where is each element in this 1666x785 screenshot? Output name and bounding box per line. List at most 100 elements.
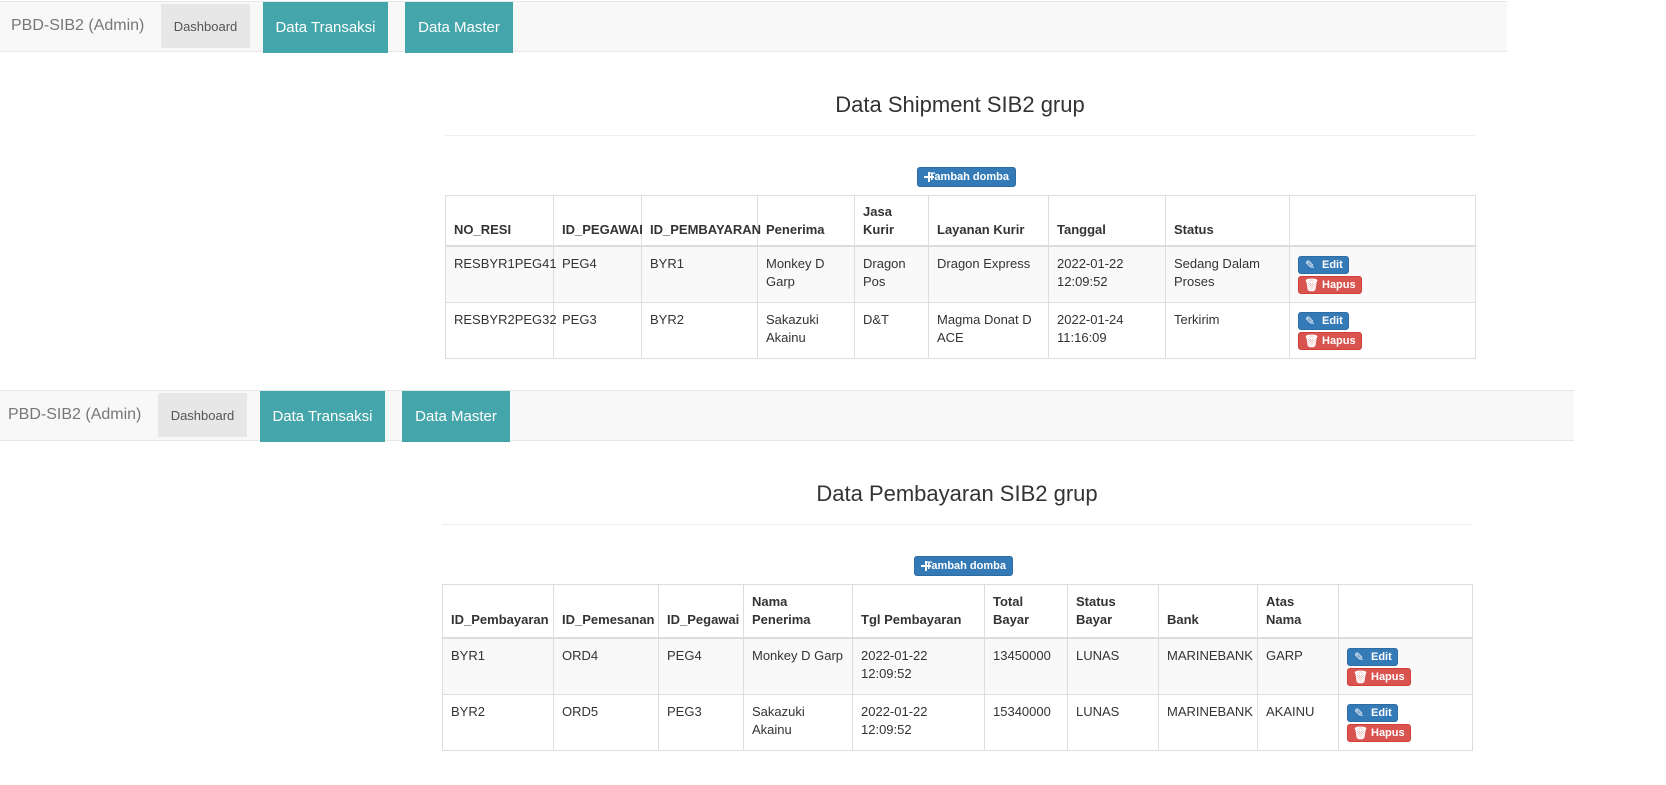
cell-actions: ✎ Edit 🗑 Hapus [1289,302,1476,359]
trash-icon: 🗑 [1353,726,1369,740]
column-header[interactable]: NO_RESI [445,195,554,247]
divider [442,524,1472,525]
column-header[interactable]: Penerima [757,195,855,247]
delete-button[interactable]: 🗑 Hapus [1347,668,1411,686]
cell-atas-nama: AKAINU [1257,694,1339,751]
cell-layanan-kurir: Dragon Express [928,245,1049,303]
top-navbar: PBD-SIB2 (Admin) Dashboard Data Transaks… [0,390,1574,442]
column-header[interactable]: Total Bayar [984,584,1068,639]
add-pembayaran-button[interactable]: Tambah domba [914,556,1013,576]
cell-atas-nama: GARP [1257,637,1339,695]
column-header[interactable]: Status Bayar [1067,584,1159,639]
nav-dashboard[interactable]: Dashboard [161,4,250,48]
column-header[interactable]: Tgl Pembayaran [852,584,985,639]
trash-icon: 🗑 [1304,278,1320,292]
cell-bank: MARINEBANK [1158,694,1258,751]
cell-status-bayar: LUNAS [1067,694,1159,751]
cell-penerima: Monkey D Garp [757,245,855,303]
column-header[interactable]: ID_Pemesanan [553,584,659,639]
column-header[interactable]: Jasa Kurir [854,195,929,247]
column-header[interactable]: Status [1165,195,1290,247]
nav-data-transaksi[interactable]: Data Transaksi [260,391,385,442]
cell-tgl-pembayaran: 2022-01-22 12:09:52 [852,694,985,751]
cell-id-pembayaran: BYR1 [641,245,758,303]
column-header[interactable]: Tanggal [1048,195,1166,247]
cell-actions: ✎ Edit 🗑 Hapus [1289,245,1476,303]
delete-label: Hapus [1371,727,1405,739]
cell-penerima: Sakazuki Akainu [757,302,855,359]
trash-icon: 🗑 [1353,670,1369,684]
column-header[interactable]: Bank [1158,584,1258,639]
shipment-table: NO_RESI ID_PEGAWAI ID_PEMBAYARAN Penerim… [445,195,1476,359]
divider [445,135,1475,136]
cell-bank: MARINEBANK [1158,637,1258,695]
delete-label: Hapus [1322,279,1356,291]
cell-id-pegawai: PEG4 [553,245,642,303]
edit-button[interactable]: ✎ Edit [1347,704,1398,722]
cell-status: Sedang Dalam Proses [1165,245,1290,303]
cell-layanan-kurir: Magma Donat D ACE [928,302,1049,359]
cell-id-pembayaran: BYR2 [442,694,554,751]
pencil-icon: ✎ [1304,314,1316,328]
column-header[interactable]: ID_Pembayaran [442,584,554,639]
table-header-row: NO_RESI ID_PEGAWAI ID_PEMBAYARAN Penerim… [445,195,1476,247]
edit-button[interactable]: ✎ Edit [1298,312,1349,330]
table-header-row: ID_Pembayaran ID_Pemesanan ID_Pegawai Na… [442,584,1473,639]
delete-label: Hapus [1322,335,1356,347]
cell-total-bayar: 15340000 [984,694,1068,751]
edit-label: Edit [1322,315,1343,327]
column-header-actions [1338,584,1473,639]
delete-button[interactable]: 🗑 Hapus [1298,276,1362,294]
navbar-brand[interactable]: PBD-SIB2 (Admin) [11,17,144,35]
column-header[interactable]: Nama Penerima [743,584,853,639]
cell-tgl-pembayaran: 2022-01-22 12:09:52 [852,637,985,695]
column-header[interactable]: Layanan Kurir [928,195,1049,247]
edit-label: Edit [1322,259,1343,271]
add-shipment-button[interactable]: Tambah domba [917,167,1016,187]
pembayaran-page: PBD-SIB2 (Admin) Dashboard Data Transaks… [0,385,1666,785]
plus-icon [924,172,930,182]
cell-status: Terkirim [1165,302,1290,359]
cell-id-pegawai: PEG4 [658,637,744,695]
delete-button[interactable]: 🗑 Hapus [1298,332,1362,350]
cell-nama-penerima: Monkey D Garp [743,637,853,695]
page-title: Data Shipment SIB2 grup [835,92,1085,117]
cell-actions: ✎ Edit 🗑 Hapus [1338,694,1473,751]
column-header-actions [1289,195,1476,247]
table-row: RESBYR2PEG32 PEG3 BYR2 Sakazuki Akainu D… [445,302,1476,359]
nav-data-master[interactable]: Data Master [405,2,513,53]
delete-label: Hapus [1371,671,1405,683]
navbar-brand[interactable]: PBD-SIB2 (Admin) [8,406,141,424]
table-row: RESBYR1PEG41 PEG4 BYR1 Monkey D Garp Dra… [445,245,1476,303]
cell-no-resi: RESBYR1PEG41 [445,245,557,303]
column-header[interactable]: Atas Nama [1257,584,1339,639]
cell-nama-penerima: Sakazuki Akainu [743,694,853,751]
nav-dashboard[interactable]: Dashboard [158,393,247,437]
pencil-icon: ✎ [1353,650,1365,664]
edit-label: Edit [1371,651,1392,663]
cell-id-pegawai: PEG3 [658,694,744,751]
cell-id-pegawai: PEG3 [553,302,642,359]
cell-id-pembayaran: BYR2 [641,302,758,359]
cell-tanggal: 2022-01-22 12:09:52 [1048,245,1166,303]
trash-icon: 🗑 [1304,334,1320,348]
nav-data-master[interactable]: Data Master [402,391,510,442]
column-header[interactable]: ID_PEMBAYARAN [641,195,761,247]
edit-button[interactable]: ✎ Edit [1298,256,1349,274]
pencil-icon: ✎ [1304,258,1316,272]
column-header[interactable]: ID_PEGAWAI [553,195,643,247]
column-header[interactable]: ID_Pegawai [658,584,744,639]
edit-label: Edit [1371,707,1392,719]
pembayaran-table: ID_Pembayaran ID_Pemesanan ID_Pegawai Na… [442,584,1473,751]
cell-total-bayar: 13450000 [984,637,1068,695]
delete-button[interactable]: 🗑 Hapus [1347,724,1411,742]
edit-button[interactable]: ✎ Edit [1347,648,1398,666]
shipment-page: PBD-SIB2 (Admin) Dashboard Data Transaks… [0,0,1666,380]
cell-id-pembayaran: BYR1 [442,637,554,695]
nav-data-transaksi[interactable]: Data Transaksi [263,2,388,53]
cell-jasa-kurir: Dragon Pos [854,245,929,303]
table-row: BYR1 ORD4 PEG4 Monkey D Garp 2022-01-22 … [442,637,1473,695]
top-navbar: PBD-SIB2 (Admin) Dashboard Data Transaks… [0,1,1507,53]
add-button-label: Tambah domba [928,171,1009,183]
cell-jasa-kurir: D&T [854,302,929,359]
